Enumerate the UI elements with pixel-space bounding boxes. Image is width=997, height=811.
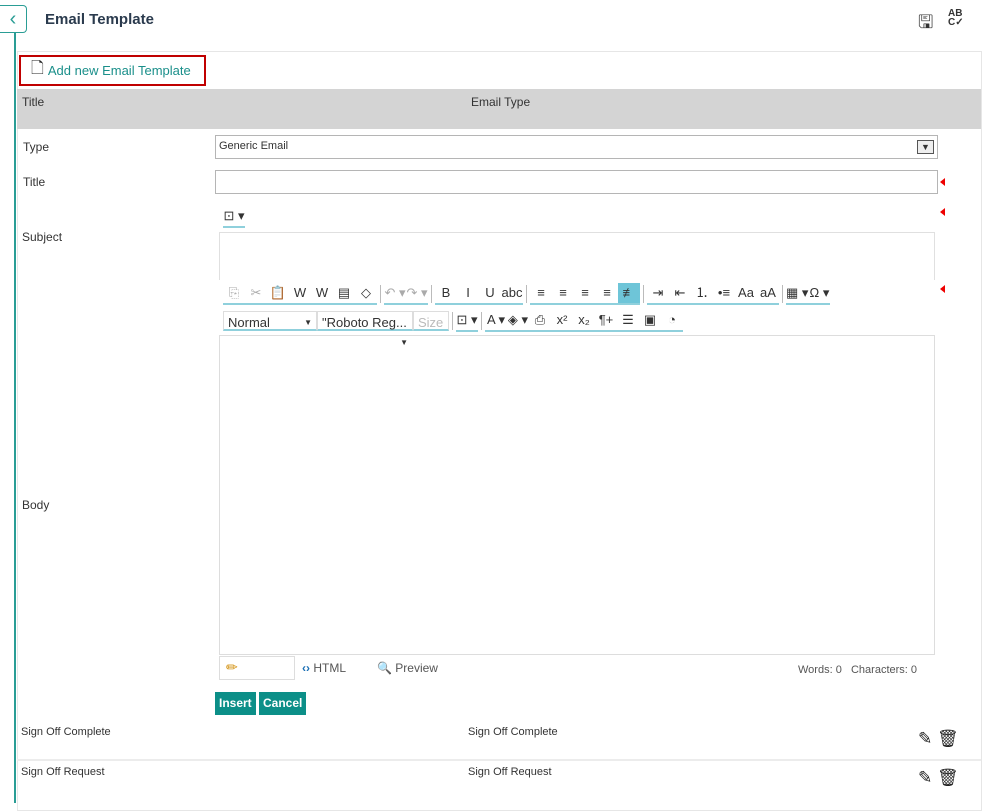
subject-editor[interactable] [219, 232, 935, 280]
strikethrough-icon[interactable]: abc [501, 283, 523, 305]
copy-icon[interactable]: ⎘ [223, 283, 245, 305]
outdent-icon[interactable]: ⇤ [669, 283, 691, 305]
row-email-type: Sign Off Complete [468, 726, 558, 738]
trash-icon[interactable]: 🗑 [937, 729, 959, 748]
size-value: Size [418, 315, 444, 330]
words-count: Words: 0 [798, 664, 842, 676]
body-editor[interactable] [219, 335, 935, 655]
toolbar-separator [782, 285, 783, 303]
font-dropdown[interactable]: "Roboto Reg... ▼ [317, 311, 413, 347]
insert-snippet-icon[interactable]: ⊡ ▾ [223, 206, 245, 228]
add-email-template-button[interactable]: 🗋 Add new Email Template [19, 55, 206, 86]
row-title: Sign Off Complete [21, 726, 111, 738]
characters-count: Characters: 0 [850, 664, 918, 676]
left-accent-line [14, 33, 16, 803]
table-icon[interactable]: ▦ ▾ [786, 283, 809, 305]
align-left-icon[interactable]: ≡ [530, 283, 552, 305]
paste-html-icon[interactable]: ◇ [355, 283, 377, 305]
form-icon[interactable]: ▣ [639, 310, 661, 332]
editor-toolbar-row1: ⎘ ✂ 📋 W W ▤ ◇ ↶ ▾ ↷ ▾ B I Uabc ≡ ≡ ≡ ≡ ≢ ⇥ ⇤ ⒈ •≡ Aa aA ▦ ▾ Ω ▾ [223, 282, 831, 306]
page-title: Email Template [45, 11, 154, 28]
print-icon[interactable]: ⎙ [529, 310, 551, 332]
font-color-icon[interactable]: A ▾ [485, 310, 507, 332]
convert-case-icon[interactable]: Aa [735, 283, 757, 305]
uppercase-icon[interactable]: aA [757, 283, 779, 305]
spell-text-bottom: C✓ [948, 17, 964, 28]
column-title[interactable]: Title [22, 95, 44, 109]
italic-icon[interactable]: I [457, 283, 479, 305]
insert-button[interactable]: Insert [215, 692, 256, 715]
row-email-type: Sign Off Request [468, 766, 552, 778]
align-center-icon[interactable]: ≡ [552, 283, 574, 305]
html-label: HTML [313, 661, 347, 675]
type-select[interactable]: Generic Email ▼ [215, 135, 938, 159]
spellcheck-icon[interactable]: AB C✓ [948, 9, 964, 28]
add-document-icon: 🗋 [31, 60, 44, 77]
paste-word-icon[interactable]: W [289, 283, 311, 305]
html-mode-button[interactable]: ‹› HTML [302, 661, 346, 675]
table-header: Title Email Type [17, 89, 981, 129]
insert-snippet-icon[interactable]: ⊡ ▾ [456, 310, 478, 332]
align-right-icon[interactable]: ≡ [574, 283, 596, 305]
title-label: Title [23, 175, 46, 189]
preview-mode-button[interactable]: 🔍 Preview [377, 661, 438, 675]
indent-icon[interactable]: ⇥ [647, 283, 669, 305]
justify-icon[interactable]: ≡ [596, 283, 618, 305]
row-title: Sign Off Request [21, 766, 105, 778]
cut-icon[interactable]: ✂ [245, 283, 267, 305]
code-icon: ‹› [302, 661, 310, 675]
size-dropdown[interactable]: Size [413, 311, 449, 331]
toolbar-separator [431, 285, 432, 303]
type-label: Type [23, 140, 50, 154]
word-count: Words: 0 Characters: 0 [798, 664, 917, 676]
bullet-list-icon[interactable]: •≡ [713, 283, 735, 305]
toolbar-separator [643, 285, 644, 303]
back-button[interactable]: ‹ [0, 5, 27, 33]
underline-icon[interactable]: U [479, 283, 501, 305]
remove-alignment-icon[interactable]: ≢ [618, 283, 640, 305]
clock-icon[interactable]: ◔ [661, 310, 683, 332]
highlight-color-icon[interactable]: ◈ ▾ [507, 310, 529, 332]
cancel-button[interactable]: Cancel [259, 692, 307, 715]
required-marker [940, 208, 945, 216]
pencil-icon: ✏ [226, 659, 238, 675]
superscript-icon[interactable]: x² [551, 310, 573, 332]
title-input[interactable] [215, 170, 938, 194]
numbered-list-icon[interactable]: ⒈ [691, 283, 713, 305]
preview-label: Preview [395, 661, 438, 675]
toolbar-separator [526, 285, 527, 303]
paste-text-icon[interactable]: ▤ [333, 283, 355, 305]
required-marker [940, 178, 945, 186]
horizontal-rule-icon[interactable]: ☰ [617, 310, 639, 332]
column-email-type[interactable]: Email Type [471, 95, 530, 109]
redo-icon[interactable]: ↷ ▾ [406, 283, 428, 305]
paragraph-format-dropdown[interactable]: Normal ▼ [223, 311, 317, 331]
subject-label: Subject [22, 230, 63, 244]
edit-icon[interactable]: ✎ [918, 768, 932, 787]
paste-icon[interactable]: 📋 [267, 283, 289, 305]
type-value: Generic Email [219, 140, 289, 152]
row-divider [17, 759, 981, 761]
save-icon[interactable]: 🖫 [918, 10, 933, 40]
paragraph-value: Normal [228, 315, 270, 330]
subscript-icon[interactable]: x₂ [573, 310, 595, 332]
body-label: Body [22, 498, 50, 512]
zoom-icon: 🔍 [377, 661, 392, 675]
required-marker [940, 285, 945, 293]
font-value: "Roboto Reg... [322, 315, 407, 330]
paste-word-2-icon[interactable]: W [311, 283, 333, 305]
bold-icon[interactable]: B [435, 283, 457, 305]
undo-icon[interactable]: ↶ ▾ [384, 283, 406, 305]
chevron-left-icon: ‹ [9, 7, 17, 30]
toolbar-separator [481, 312, 482, 330]
chevron-down-icon: ▼ [917, 140, 934, 154]
trash-icon[interactable]: 🗑 [937, 768, 959, 787]
special-character-icon[interactable]: Ω ▾ [808, 283, 831, 305]
edit-icon[interactable]: ✎ [918, 729, 932, 748]
editor-toolbar-row2: Normal ▼ "Roboto Reg... ▼ Size ⊡ ▾ A ▾ ◈ ▾ ⎙ x… [223, 309, 683, 347]
toolbar-separator [380, 285, 381, 303]
add-label: Add new Email Template [47, 63, 191, 78]
design-mode-button[interactable]: ✏ [219, 656, 295, 680]
paragraph-icon[interactable]: ¶+ [595, 310, 617, 332]
